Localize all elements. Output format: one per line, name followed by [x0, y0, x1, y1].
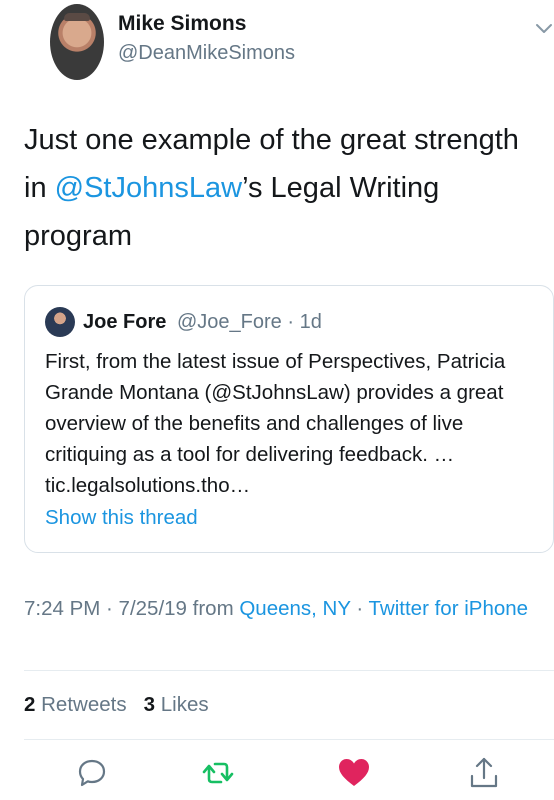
divider — [24, 670, 554, 671]
quoted-tweet-text: First, from the latest issue of Perspect… — [45, 350, 506, 497]
share-icon[interactable] — [466, 755, 502, 791]
divider — [24, 739, 554, 740]
likes-label: Likes — [160, 693, 209, 716]
tweet-header: Mike Simons @DeanMikeSimons — [0, 0, 554, 90]
quoted-tweet-card[interactable]: Joe Fore @Joe_Fore · 1d First, from the … — [24, 285, 554, 553]
like-icon[interactable] — [336, 755, 372, 791]
author-name[interactable]: Mike Simons — [118, 12, 246, 36]
source-link[interactable]: Twitter for iPhone — [369, 597, 529, 620]
likes-count: 3 — [143, 693, 156, 716]
author-handle[interactable]: @DeanMikeSimons — [118, 42, 295, 65]
tweet-metadata: 7:24 PM · 7/25/19 from Queens, NY · Twit… — [24, 593, 539, 624]
mention-link[interactable]: @StJohnsLaw — [55, 172, 242, 204]
meta-separator: · — [350, 597, 369, 620]
quoted-author-name: Joe Fore — [83, 311, 167, 333]
avatar[interactable] — [50, 4, 104, 80]
retweets-label: Retweets — [41, 693, 127, 716]
action-bar — [0, 755, 554, 795]
timestamp: 7:24 PM · 7/25/19 from — [24, 597, 240, 620]
retweets-count: 2 — [24, 693, 36, 716]
likes-stat[interactable]: 3 Likes — [144, 693, 209, 716]
reply-icon[interactable] — [74, 755, 110, 791]
engagement-stats: 2 Retweets 3 Likes — [24, 693, 209, 717]
chevron-down-icon[interactable] — [534, 18, 554, 38]
tweet-text: Just one example of the great strength i… — [24, 116, 529, 260]
quoted-avatar — [45, 307, 75, 337]
retweets-stat[interactable]: 2 Retweets — [24, 693, 127, 716]
location-link[interactable]: Queens, NY — [239, 597, 350, 620]
show-thread-link[interactable]: Show this thread — [45, 506, 198, 530]
quoted-author-handle: @Joe_Fore · 1d — [177, 311, 322, 333]
retweet-icon[interactable] — [200, 755, 236, 791]
